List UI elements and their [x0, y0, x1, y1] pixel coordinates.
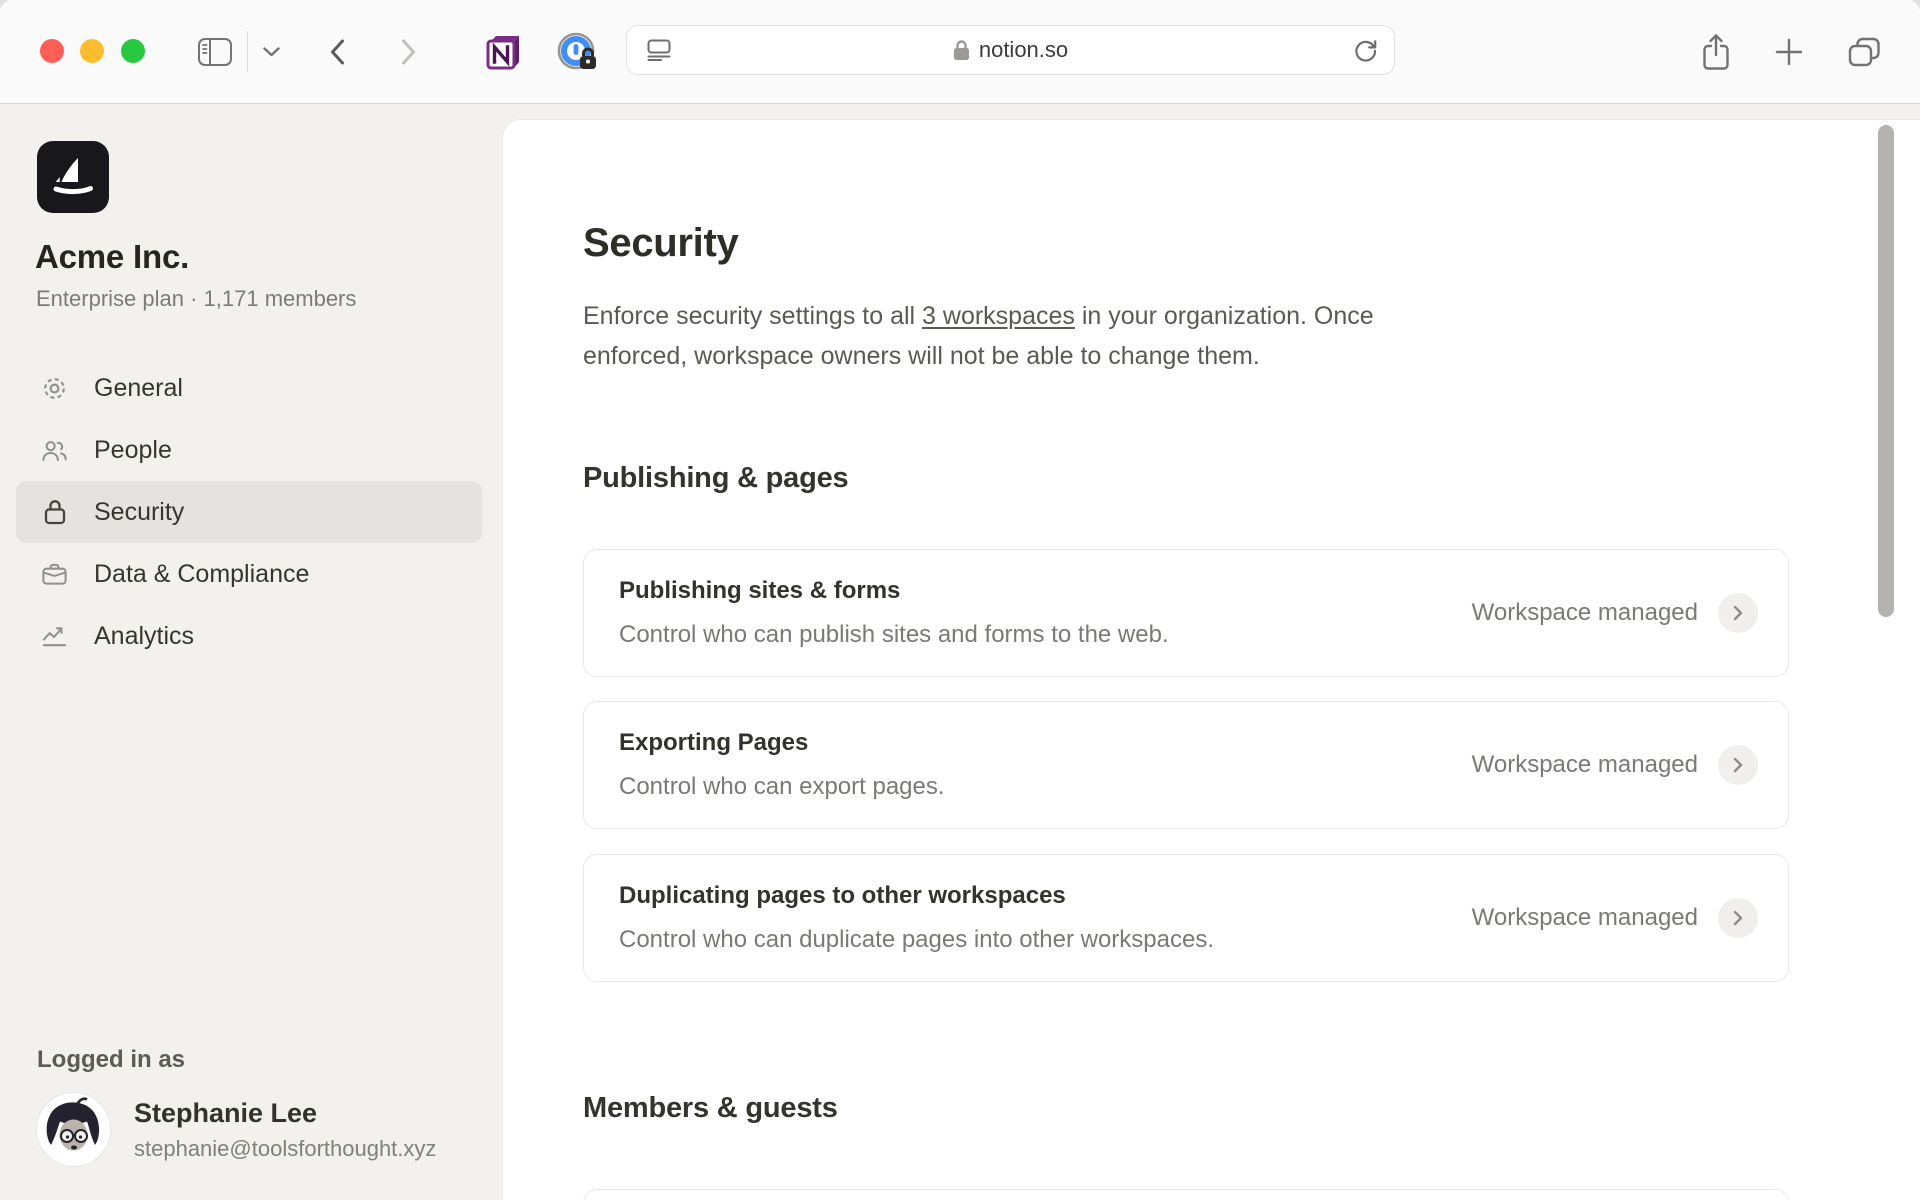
share-button[interactable] — [1699, 32, 1733, 72]
setting-card-exporting-pages[interactable]: Exporting Pages Control who can export p… — [583, 701, 1789, 829]
chevron-right-icon — [1733, 910, 1743, 926]
sidebar-item-label: People — [94, 436, 172, 465]
card-subtitle: Control who can duplicate pages into oth… — [619, 926, 1214, 954]
page-description: Enforce security settings to all 3 works… — [583, 296, 1583, 376]
setting-card-publishing-sites-forms[interactable]: Publishing sites & forms Control who can… — [583, 549, 1789, 677]
current-user: Stephanie Lee stephanie@toolsforthought.… — [36, 1092, 436, 1167]
safari-window: notion.so — [0, 0, 1920, 1200]
forward-button[interactable] — [396, 38, 420, 66]
new-tab-button[interactable] — [1773, 37, 1805, 67]
card-title: Publishing sites & forms — [619, 577, 1169, 605]
onepassword-extension-icon — [556, 31, 600, 75]
plus-icon — [1775, 38, 1803, 66]
card-title: Duplicating pages to other workspaces — [619, 882, 1214, 910]
tab-overview-icon — [1848, 37, 1881, 68]
logged-in-as-label: Logged in as — [37, 1046, 185, 1074]
avatar — [36, 1092, 111, 1167]
settings-nav: General People Security — [16, 357, 482, 667]
page-title: Security — [583, 218, 738, 268]
lock-icon — [41, 499, 68, 526]
back-icon — [330, 39, 345, 65]
url-display: notion.so — [627, 26, 1394, 74]
notion-extension-button[interactable] — [482, 31, 524, 73]
traffic-light-zoom[interactable] — [121, 39, 145, 63]
card-open-button[interactable] — [1718, 593, 1758, 633]
chevron-down-icon — [263, 47, 280, 57]
reload-icon — [1352, 37, 1379, 64]
user-name: Stephanie Lee — [134, 1098, 436, 1129]
card-value: Workspace managed — [1472, 599, 1698, 627]
reload-button[interactable] — [1344, 26, 1386, 74]
padlock-icon — [953, 39, 970, 61]
sidebar-item-label: Security — [94, 498, 184, 527]
setting-card-duplicating-pages[interactable]: Duplicating pages to other workspaces Co… — [583, 854, 1789, 982]
sidebar-toggle-icon — [197, 37, 233, 67]
card-open-button[interactable] — [1718, 898, 1758, 938]
tab-overview-button[interactable] — [1846, 36, 1882, 68]
trend-chart-icon — [41, 623, 68, 650]
description-text: enforced, workspace owners will not be a… — [583, 342, 1260, 370]
workspace-logo — [37, 141, 109, 213]
toolbar-chevron-button[interactable] — [260, 44, 282, 60]
security-settings-panel: Security Enforce security settings to al… — [502, 119, 1920, 1200]
scrollbar-thumb[interactable] — [1878, 125, 1894, 617]
sidebar-toggle-button[interactable] — [195, 35, 235, 69]
briefcase-icon — [41, 561, 68, 588]
section-heading-publishing-pages: Publishing & pages — [583, 460, 849, 496]
share-icon — [1701, 33, 1731, 71]
sidebar-item-label: Analytics — [94, 622, 194, 651]
traffic-light-minimize[interactable] — [80, 39, 104, 63]
workspace-plan: Enterprise plan · 1,171 members — [36, 286, 356, 312]
card-value: Workspace managed — [1472, 904, 1698, 932]
chevron-right-icon — [1733, 605, 1743, 621]
people-icon — [41, 437, 68, 464]
section-heading-members-guests: Members & guests — [583, 1090, 838, 1126]
card-value: Workspace managed — [1472, 751, 1698, 779]
card-subtitle: Control who can export pages. — [619, 773, 945, 801]
description-text: Enforce security settings to all — [583, 302, 922, 330]
card-subtitle: Control who can publish sites and forms … — [619, 621, 1169, 649]
sidebar-item-data-compliance[interactable]: Data & Compliance — [16, 543, 482, 605]
sidebar-item-label: Data & Compliance — [94, 560, 309, 589]
onepassword-extension-button[interactable] — [555, 30, 600, 75]
url-text: notion.so — [979, 37, 1068, 63]
sidebar-item-analytics[interactable]: Analytics — [16, 605, 482, 667]
back-button[interactable] — [325, 38, 349, 66]
description-text: in your organization. Once — [1075, 302, 1374, 330]
user-email: stephanie@toolsforthought.xyz — [134, 1136, 436, 1162]
workspace-name: Acme Inc. — [35, 238, 189, 276]
card-title: Exporting Pages — [619, 729, 945, 757]
setting-card-partial[interactable] — [583, 1189, 1789, 1200]
toolbar-divider — [247, 31, 248, 72]
sidebar-item-people[interactable]: People — [16, 419, 482, 481]
address-bar[interactable]: notion.so — [626, 25, 1395, 75]
workspaces-link[interactable]: 3 workspaces — [922, 302, 1075, 330]
sailboat-icon — [47, 151, 99, 203]
browser-toolbar: notion.so — [0, 0, 1920, 104]
sidebar-item-label: General — [94, 374, 183, 403]
card-open-button[interactable] — [1718, 745, 1758, 785]
notion-extension-icon — [483, 32, 523, 72]
chevron-right-icon — [1733, 757, 1743, 773]
sidebar-item-general[interactable]: General — [16, 357, 482, 419]
sidebar-item-security[interactable]: Security — [16, 481, 482, 543]
page-body: Acme Inc. Enterprise plan · 1,171 member… — [0, 104, 1920, 1200]
forward-icon — [401, 39, 416, 65]
traffic-light-close[interactable] — [40, 39, 64, 63]
gear-icon — [41, 375, 68, 402]
